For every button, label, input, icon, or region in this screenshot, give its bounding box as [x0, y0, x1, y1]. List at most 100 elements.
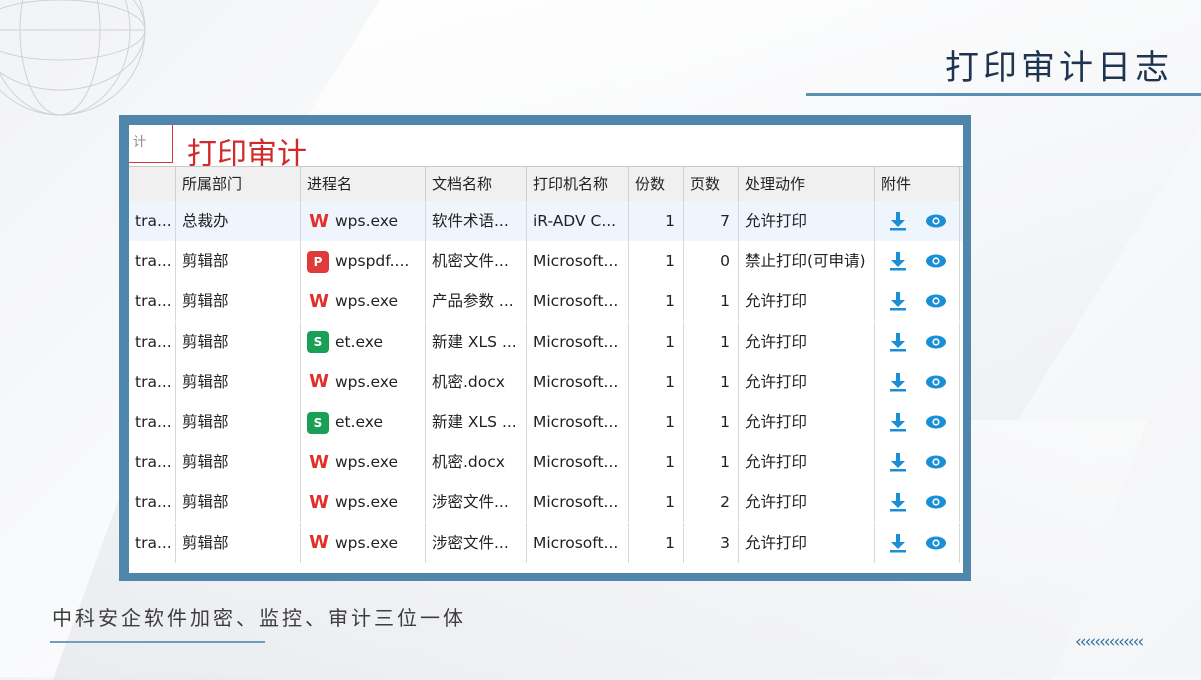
- table-row[interactable]: tra... 剪辑部 Pwpspdf.... 机密文件... Microsoft... 1…: [129, 241, 963, 282]
- column-pages-header[interactable]: 页数: [684, 167, 739, 201]
- column-doc-header[interactable]: 文档名称: [426, 167, 527, 201]
- download-icon[interactable]: [887, 371, 909, 393]
- process-name: et.exe: [335, 332, 384, 351]
- column-printer-cell: Microsoft...: [527, 241, 629, 282]
- column-extra-cell: 2: [960, 201, 963, 241]
- view-icon[interactable]: [925, 411, 947, 433]
- process-name: wps.exe: [335, 453, 399, 472]
- column-dept-cell: 剪辑部: [176, 321, 301, 362]
- column-dept-header[interactable]: 所属部门: [176, 167, 301, 201]
- column-pages-cell: 3: [684, 522, 739, 563]
- column-attachment-cell: [875, 281, 960, 322]
- column-printer-cell: Microsoft...: [527, 321, 629, 362]
- chevron-left-icon: ‹‹‹‹‹‹‹‹‹‹‹‹‹‹: [1075, 632, 1144, 652]
- download-icon[interactable]: [887, 331, 909, 353]
- column-doc-cell: 软件术语...: [426, 201, 527, 241]
- wps-icon: W: [309, 451, 329, 473]
- column-user-cell: tra...: [129, 361, 176, 402]
- column-process-cell: Set.exe: [301, 321, 426, 362]
- column-doc-cell: 机密文件...: [426, 241, 527, 282]
- column-process-cell: Wwps.exe: [301, 201, 426, 241]
- column-process-cell: Wwps.exe: [301, 361, 426, 402]
- column-extra-cell: 2: [960, 362, 963, 402]
- column-dept-cell: 总裁办: [176, 201, 301, 241]
- column-user-cell: tra...: [129, 482, 176, 523]
- column-dept-cell: 剪辑部: [176, 482, 301, 523]
- column-printer-header[interactable]: 打印机名称: [527, 167, 629, 201]
- column-extra-cell: 2: [960, 482, 963, 522]
- column-action-cell: 允许打印: [739, 281, 875, 322]
- download-icon[interactable]: [887, 451, 909, 473]
- view-icon[interactable]: [925, 451, 947, 473]
- title-underline: [806, 93, 1201, 96]
- column-doc-cell: 产品参数 ...: [426, 281, 527, 322]
- view-icon[interactable]: [925, 491, 947, 513]
- download-icon[interactable]: [887, 491, 909, 513]
- column-extra-cell: 2: [960, 281, 963, 321]
- column-user-cell: tra...: [129, 522, 176, 563]
- column-attachment-cell: [875, 241, 960, 282]
- download-icon[interactable]: [887, 290, 909, 312]
- column-printer-cell: Microsoft...: [527, 361, 629, 402]
- wps-icon: W: [309, 532, 329, 554]
- table-row[interactable]: tra... 剪辑部 Wwps.exe 机密.docx Microsoft... 1 1 允许…: [129, 361, 963, 402]
- view-icon[interactable]: [925, 210, 947, 232]
- download-icon[interactable]: [887, 250, 909, 272]
- table-row[interactable]: tra... 剪辑部 Wwps.exe 涉密文件... Microsoft... 1 2 允许…: [129, 482, 963, 523]
- column-process-header[interactable]: 进程名: [301, 167, 426, 201]
- column-pages-cell: 1: [684, 442, 739, 483]
- view-icon[interactable]: [925, 371, 947, 393]
- column-action-header[interactable]: 处理动作: [739, 167, 875, 201]
- column-process-cell: Wwps.exe: [301, 442, 426, 483]
- column-extra-cell: 2: [960, 241, 963, 281]
- column-action-cell: 允许打印: [739, 442, 875, 483]
- process-name: wps.exe: [335, 493, 399, 512]
- table-header: 所属部门 进程名 文档名称 打印机名称 份数 页数 处理动作 附件: [129, 166, 963, 202]
- download-icon[interactable]: [887, 532, 909, 554]
- column-attachment-cell: [875, 321, 960, 362]
- column-user-cell: tra...: [129, 442, 176, 483]
- column-attachment-cell: [875, 522, 960, 563]
- column-extra-cell: 2: [960, 322, 963, 362]
- column-user-cell: tra...: [129, 201, 176, 241]
- column-pages-cell: 2: [684, 482, 739, 523]
- view-icon[interactable]: [925, 250, 947, 272]
- column-action-cell: 允许打印: [739, 482, 875, 523]
- column-process-cell: Pwpspdf....: [301, 241, 426, 282]
- table-row[interactable]: tra... 剪辑部 Set.exe 新建 XLS ... Microsoft... 1 1…: [129, 321, 963, 362]
- table-row[interactable]: tra... 总裁办 Wwps.exe 软件术语... iR-ADV C... 1 7 允许打…: [129, 201, 963, 241]
- column-pages-cell: 1: [684, 402, 739, 442]
- et-icon: S: [307, 411, 329, 434]
- column-user-header[interactable]: [129, 167, 176, 201]
- column-attachment-cell: [875, 442, 960, 483]
- download-icon[interactable]: [887, 411, 909, 433]
- column-extra-header[interactable]: [960, 167, 963, 201]
- column-attachment-header[interactable]: 附件: [875, 167, 960, 201]
- table-row[interactable]: tra... 剪辑部 Wwps.exe 机密.docx Microsoft... 1 1 允许…: [129, 442, 963, 483]
- table-row[interactable]: tra... 剪辑部 Wwps.exe 涉密文件... Microsoft... 1 3 允许…: [129, 522, 963, 563]
- column-extra-cell: 2: [960, 442, 963, 482]
- view-icon[interactable]: [925, 532, 947, 554]
- column-copies-cell: 1: [629, 482, 684, 523]
- view-icon[interactable]: [925, 290, 947, 312]
- table-row[interactable]: tra... 剪辑部 Wwps.exe 产品参数 ... Microsoft... 1 1 允…: [129, 281, 963, 322]
- view-icon[interactable]: [925, 331, 947, 353]
- download-icon[interactable]: [887, 210, 909, 232]
- globe-decoration: [0, 0, 146, 116]
- et-icon: S: [307, 331, 329, 354]
- column-user-cell: tra...: [129, 402, 176, 442]
- table-row[interactable]: tra... 剪辑部 Set.exe 新建 XLS ... Microsoft... 1 1…: [129, 402, 963, 442]
- column-copies-header[interactable]: 份数: [629, 167, 684, 201]
- column-copies-cell: 1: [629, 281, 684, 322]
- process-name: wps.exe: [335, 372, 399, 391]
- column-attachment-cell: [875, 402, 960, 442]
- column-copies-cell: 1: [629, 321, 684, 362]
- column-copies-cell: 1: [629, 361, 684, 402]
- wps-icon: W: [309, 491, 329, 513]
- column-copies-cell: 1: [629, 522, 684, 563]
- column-printer-cell: Microsoft...: [527, 522, 629, 563]
- audit-window: 计 打印审计 所属部门 进程名 文档名称 打印机名称 份数 页数 处理动作 附件 tra...…: [129, 125, 963, 573]
- tab-print-audit[interactable]: 计: [129, 125, 173, 163]
- column-pages-cell: 1: [684, 281, 739, 322]
- process-name: wpspdf....: [335, 252, 410, 271]
